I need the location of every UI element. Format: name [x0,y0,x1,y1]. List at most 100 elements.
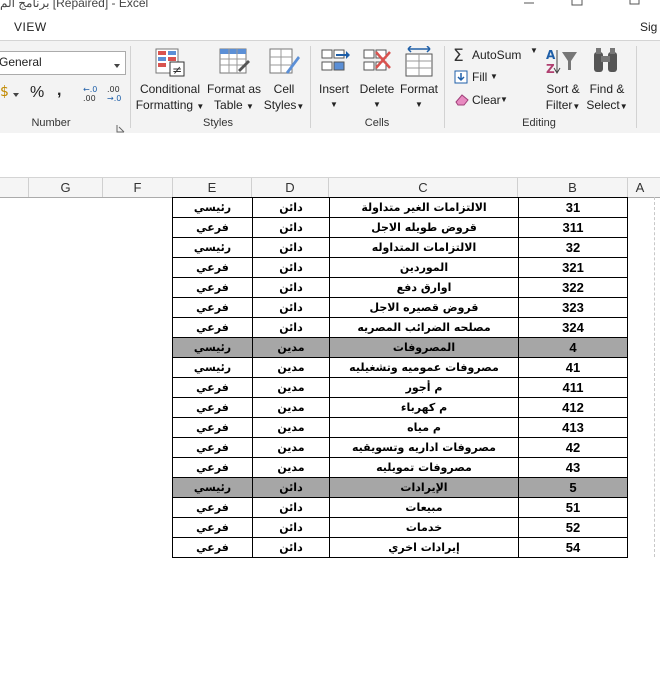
cell-nature[interactable]: مدين [252,357,330,378]
cell-nature[interactable]: دائن [252,237,330,258]
insert-button[interactable]: Insert ▼ [314,81,354,113]
cell-nature[interactable]: مدين [252,437,330,458]
cell-account-name[interactable]: الالتزامات المتداوله [329,237,519,258]
cell-styles-button[interactable]: Cell Styles▼ [262,81,306,115]
cell-account-code[interactable]: 51 [518,497,628,518]
delete-cells-icon[interactable] [362,46,392,83]
cell-nature[interactable]: دائن [252,297,330,318]
cell-nature[interactable]: دائن [252,317,330,338]
cell-account-name[interactable]: م مياه [329,417,519,438]
cell-account-code[interactable]: 321 [518,257,628,278]
cell-nature[interactable]: مدين [252,337,330,358]
cell-nature[interactable]: دائن [252,257,330,278]
cell-account-code[interactable]: 411 [518,377,628,398]
cell-account-name[interactable]: مبيعات [329,497,519,518]
increase-decimal-icon[interactable]: ←.0.00 [82,84,102,109]
cell-nature[interactable]: مدين [252,457,330,478]
cell-nature[interactable]: دائن [252,517,330,538]
format-cells-icon[interactable] [404,45,434,83]
cell-nature[interactable]: دائن [252,537,330,558]
cell-type[interactable]: رئيسي [172,357,253,378]
cell-account-code[interactable]: 311 [518,217,628,238]
cell-type[interactable]: فرعي [172,497,253,518]
cell-type[interactable]: فرعي [172,377,253,398]
column-header-e[interactable]: E [173,178,252,197]
cell-account-code[interactable]: 324 [518,317,628,338]
cell-account-name[interactable]: م كهرباء [329,397,519,418]
cell-type[interactable]: فرعي [172,517,253,538]
sign-in-link[interactable]: Sig [640,20,657,34]
cell-account-name[interactable]: المصروفات [329,337,519,358]
column-header-h[interactable] [0,178,29,197]
cell-type[interactable]: فرعي [172,277,253,298]
cell-account-name[interactable]: الموردين [329,257,519,278]
autosum-icon[interactable]: Σ [452,46,470,69]
cell-account-name[interactable]: الالتزامات الغير متداولة [329,197,519,218]
cell-account-name[interactable]: قروض قصيره الاجل [329,297,519,318]
cell-type[interactable]: فرعي [172,397,253,418]
conditional-formatting-button[interactable]: Conditional Formatting ▼ [134,81,206,115]
tab-view[interactable]: VIEW [14,20,47,34]
cell-nature[interactable]: مدين [252,397,330,418]
cell-account-name[interactable]: الإيرادات [329,477,519,498]
cell-nature[interactable]: دائن [252,197,330,218]
cell-account-code[interactable]: 32 [518,237,628,258]
cell-account-code[interactable]: 5 [518,477,628,498]
cell-account-name[interactable]: إيرادات اخري [329,537,519,558]
column-header-d[interactable]: D [252,178,329,197]
cell-account-name[interactable]: قروض طويله الاجل [329,217,519,238]
decrease-decimal-icon[interactable]: .00 →.0 [106,84,126,109]
column-header-c[interactable]: C [329,178,518,197]
cell-type[interactable]: فرعي [172,217,253,238]
insert-cells-icon[interactable] [320,46,350,83]
autosum-button[interactable]: AutoSum [472,48,521,62]
cell-account-name[interactable]: مصروفات تمويليه [329,457,519,478]
eraser-icon[interactable] [454,92,470,111]
sort-filter-icon[interactable]: A Z [545,46,579,83]
cell-type[interactable]: فرعي [172,457,253,478]
cell-nature[interactable]: دائن [252,477,330,498]
cell-type[interactable]: فرعي [172,437,253,458]
cell-account-name[interactable]: خدمات [329,517,519,538]
binoculars-icon[interactable] [591,46,621,83]
fill-button[interactable]: Fill [472,70,487,84]
comma-style-button[interactable]: , [57,82,61,100]
sort-filter-button[interactable]: Sort & Filter▼ [540,81,586,115]
restore-icon[interactable] [570,0,584,6]
cell-account-code[interactable]: 4 [518,337,628,358]
minimize-icon[interactable] [522,0,536,6]
cell-type[interactable]: فرعي [172,317,253,338]
column-header-b[interactable]: B [518,178,628,197]
cell-type[interactable]: فرعي [172,537,253,558]
format-button[interactable]: Format ▼ [398,81,440,113]
cell-account-name[interactable]: مصلحه الضرائب المصريه [329,317,519,338]
cell-account-code[interactable]: 323 [518,297,628,318]
cell-type[interactable]: رئيسي [172,197,253,218]
formula-bar[interactable] [0,133,660,178]
cell-type[interactable]: فرعي [172,417,253,438]
cell-type[interactable]: رئيسي [172,237,253,258]
cell-account-code[interactable]: 41 [518,357,628,378]
cell-account-code[interactable]: 43 [518,457,628,478]
find-select-button[interactable]: Find & Select▼ [584,81,630,115]
cell-styles-icon[interactable] [268,46,300,83]
format-as-table-icon[interactable] [218,46,250,83]
cell-account-code[interactable]: 322 [518,277,628,298]
format-as-table-button[interactable]: Format as Table ▼ [204,81,264,115]
cell-nature[interactable]: مدين [252,417,330,438]
column-header-f[interactable]: F [103,178,173,197]
cell-type[interactable]: رئيسي [172,337,253,358]
cell-account-code[interactable]: 413 [518,417,628,438]
cell-account-name[interactable]: اوارق دفع [329,277,519,298]
cell-account-code[interactable]: 54 [518,537,628,558]
cell-account-code[interactable]: 42 [518,437,628,458]
cell-account-name[interactable]: م أجور [329,377,519,398]
cell-type[interactable]: فرعي [172,257,253,278]
number-format-dropdown[interactable]: General [0,51,126,75]
cell-account-code[interactable]: 412 [518,397,628,418]
cell-account-name[interactable]: مصروفات اداريه وتسويقيه [329,437,519,458]
column-header-g[interactable]: G [29,178,103,197]
clear-button[interactable]: Clear [472,93,501,107]
cell-type[interactable]: رئيسي [172,477,253,498]
cell-nature[interactable]: دائن [252,217,330,238]
